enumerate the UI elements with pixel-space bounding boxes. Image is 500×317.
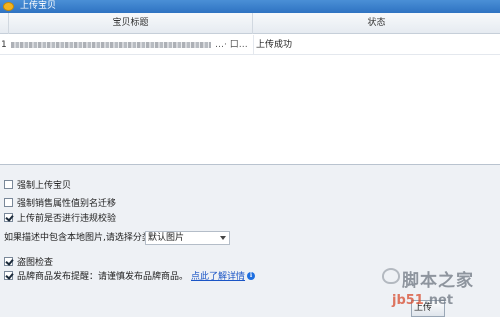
option-brand-reminder[interactable]: 品牌商品发布提醒：请谨慎发布品牌商品。 点此了解详情 i — [4, 269, 256, 282]
upload-table: 宝贝标题 状态 1 …· 口… 上传成功 — [0, 13, 500, 165]
row-title-tail: …· 口… — [215, 40, 248, 50]
title-bar: 上传宝贝 — [0, 0, 500, 13]
option-force-upload[interactable]: 强制上传宝贝 — [4, 178, 71, 191]
paw-logo-icon — [382, 268, 400, 284]
brand-reminder-label: 品牌商品发布提醒：请谨慎发布品牌商品。 — [17, 272, 189, 282]
violation-check-checkbox[interactable] — [4, 213, 13, 222]
table-header: 宝贝标题 状态 — [0, 13, 500, 34]
row-status: 上传成功 — [256, 40, 293, 50]
brand-reminder-checkbox[interactable] — [4, 271, 13, 280]
image-theft-checkbox[interactable] — [4, 257, 13, 266]
force-sales-attr-label: 强制销售属性值别名迁移 — [17, 199, 117, 209]
option-image-theft-check[interactable]: 盗图检查 — [4, 255, 53, 268]
local-image-label: 如果描述中包含本地图片,请选择分类 — [4, 233, 151, 243]
upload-button[interactable]: 上传 — [411, 300, 445, 317]
image-category-value: 默认图片 — [148, 233, 185, 243]
table-row[interactable]: 1 …· 口… 上传成功 — [0, 35, 500, 55]
violation-check-label: 上传前是否进行违规校验 — [17, 214, 117, 224]
force-upload-checkbox[interactable] — [4, 180, 13, 189]
row-item-title: …· 口… — [11, 35, 251, 55]
option-force-sales-attr[interactable]: 强制销售属性值别名迁移 — [4, 196, 116, 209]
header-item-title[interactable]: 宝贝标题 — [9, 13, 253, 34]
window-title: 上传宝贝 — [20, 1, 57, 11]
row-index: 1 — [1, 40, 7, 50]
details-link[interactable]: 点此了解详情 — [191, 269, 245, 282]
force-sales-attr-checkbox[interactable] — [4, 198, 13, 207]
image-category-select[interactable]: 默认图片 — [145, 231, 230, 245]
header-status[interactable]: 状态 — [253, 13, 500, 34]
chevron-down-icon — [220, 236, 226, 240]
info-icon[interactable]: i — [247, 271, 256, 280]
force-upload-label: 强制上传宝贝 — [17, 181, 72, 191]
image-theft-label: 盗图检查 — [17, 258, 54, 268]
app-logo-icon — [3, 2, 14, 11]
column-divider — [253, 35, 254, 55]
watermark-line1: 脚本之家 — [402, 271, 474, 291]
blurred-title-text — [11, 42, 211, 48]
option-violation-check[interactable]: 上传前是否进行违规校验 — [4, 211, 116, 224]
header-index — [0, 13, 9, 34]
site-watermark: 脚本之家 jb51.net — [382, 266, 498, 312]
